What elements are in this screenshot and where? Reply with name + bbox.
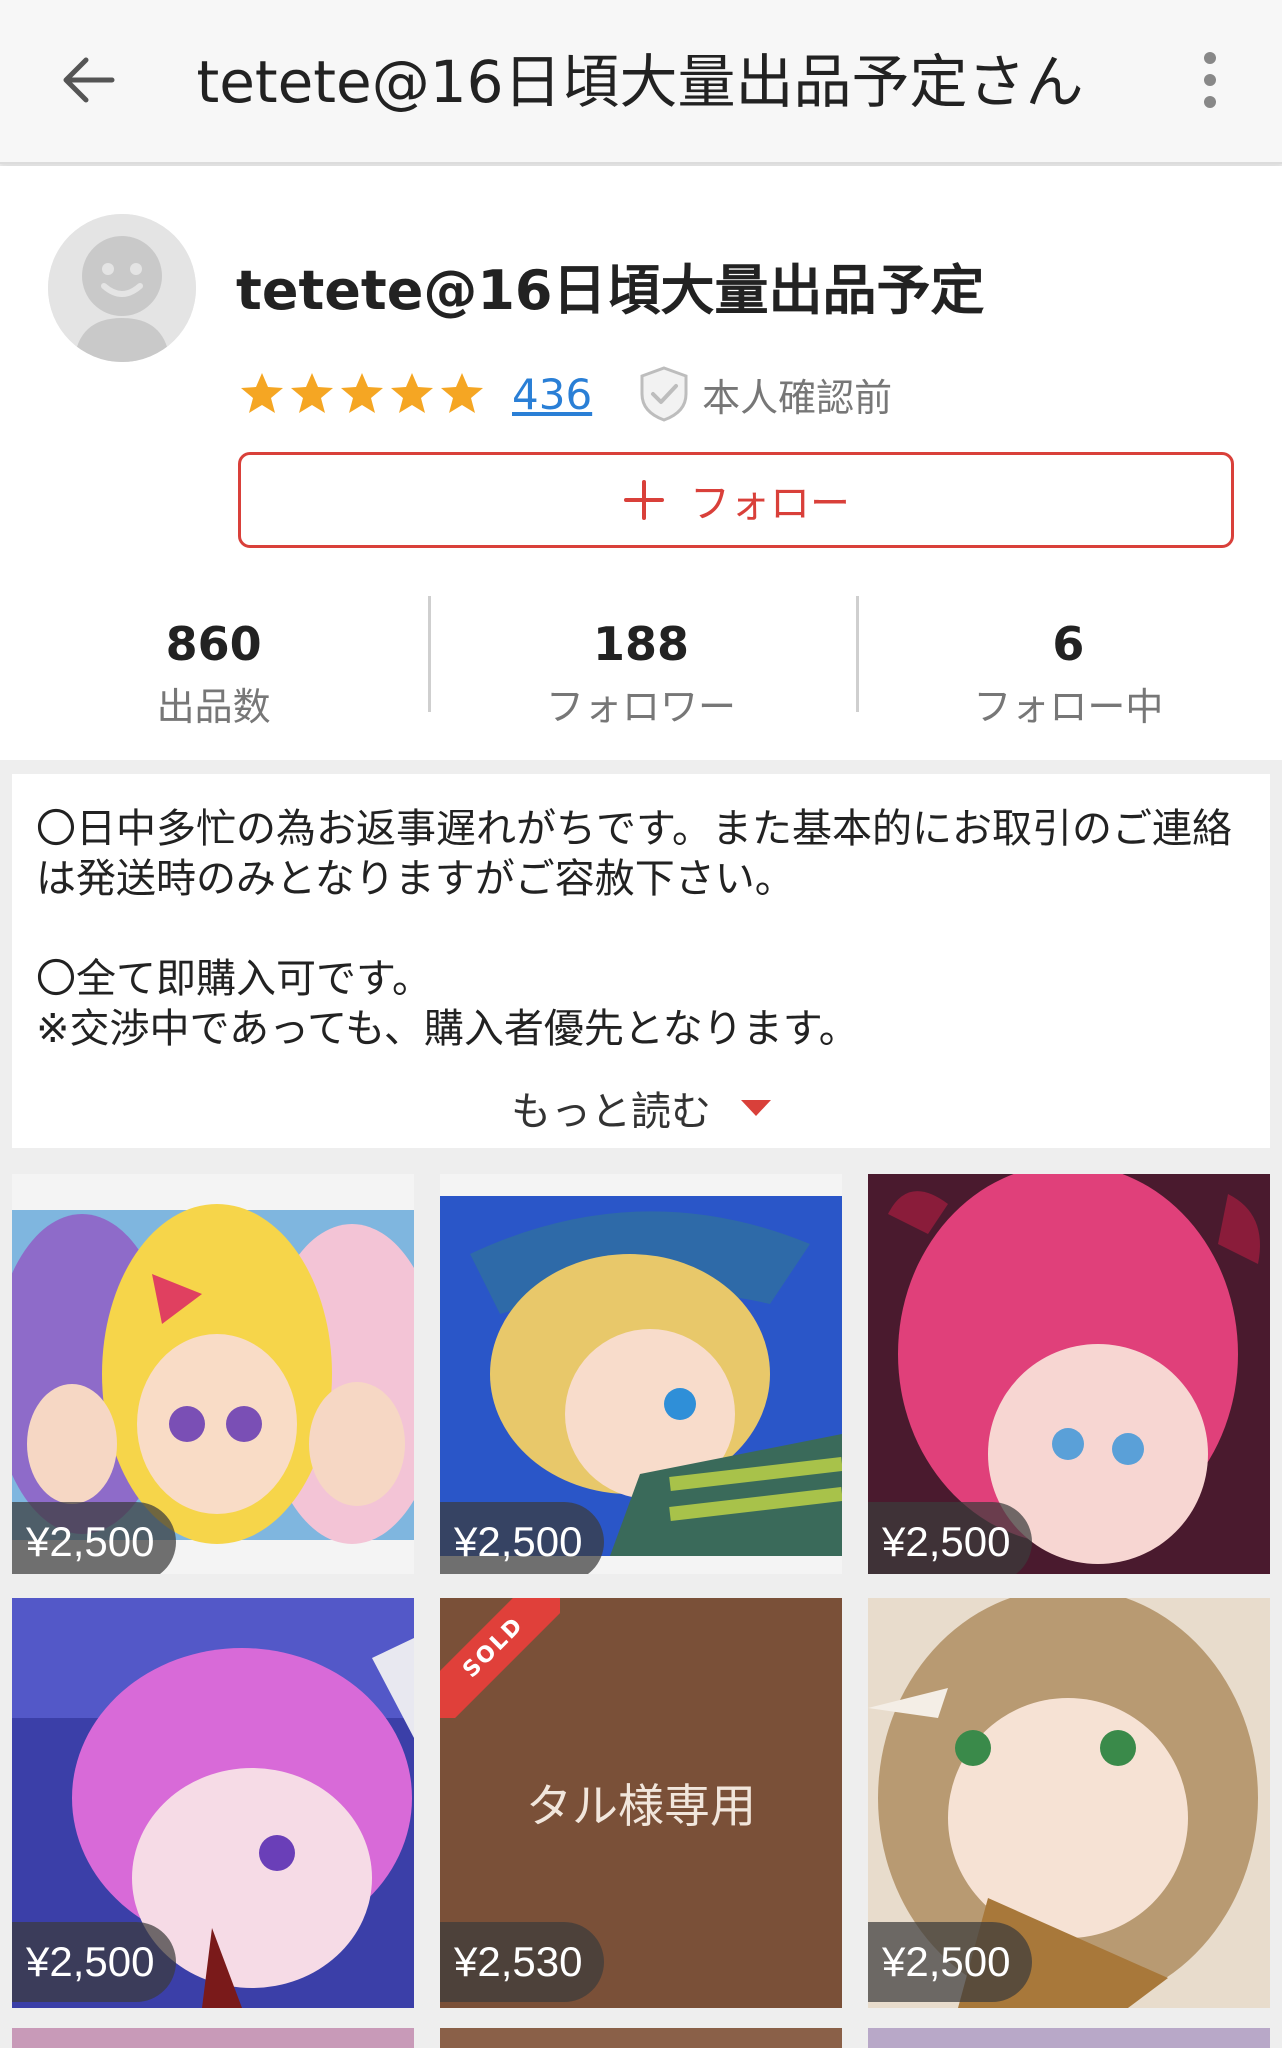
read-more-label: もっと読む bbox=[511, 1089, 711, 1135]
read-more-button[interactable]: もっと読む bbox=[12, 1080, 1270, 1136]
plus-icon bbox=[624, 480, 664, 520]
star-icon bbox=[291, 373, 333, 413]
item-card[interactable] bbox=[868, 2028, 1270, 2048]
item-card[interactable]: ¥2,500 bbox=[868, 1598, 1270, 2008]
profile-header: tetete@16日頃大量出品予定 436 本人確認前 フォロー 860 出品数 bbox=[0, 166, 1282, 760]
star-icon bbox=[441, 373, 483, 413]
item-price: ¥2,500 bbox=[440, 1502, 605, 1574]
sold-label: SOLD bbox=[440, 1598, 560, 1718]
divider bbox=[856, 596, 859, 712]
follow-label: フォロー bbox=[690, 481, 850, 527]
item-card[interactable]: タル様専用 SOLD ¥2,530 bbox=[440, 1598, 842, 2008]
item-card[interactable] bbox=[12, 2028, 414, 2048]
stat-following[interactable]: 6 フォロー中 bbox=[855, 590, 1282, 730]
item-price: ¥2,530 bbox=[440, 1922, 605, 2002]
verification-status: 本人確認前 bbox=[636, 364, 892, 424]
item-price: ¥2,500 bbox=[868, 1502, 1033, 1574]
rating-row: 436 本人確認前 bbox=[238, 362, 892, 426]
divider bbox=[428, 596, 431, 712]
item-card[interactable]: ¥2,500 bbox=[868, 1174, 1270, 1574]
user-name: tetete@16日頃大量出品予定 bbox=[236, 259, 985, 322]
star-icon bbox=[241, 373, 283, 413]
item-price: ¥2,500 bbox=[868, 1922, 1033, 2002]
item-card[interactable] bbox=[440, 2028, 842, 2048]
description-text: 〇日中多忙の為お返事遅れがちです。また基本的にお取引のご連絡は発送時のみとなりま… bbox=[36, 806, 1232, 1052]
page-title: tetete@16日頃大量出品予定さん bbox=[196, 48, 1084, 116]
stat-value: 860 bbox=[165, 617, 262, 671]
stat-label: フォロー中 bbox=[973, 685, 1164, 729]
item-card[interactable]: ¥2,500 bbox=[12, 1174, 414, 1574]
item-card[interactable]: ¥2,500 bbox=[12, 1598, 414, 2008]
star-icon bbox=[341, 373, 383, 413]
item-grid: ¥2,500 ¥2,500 ¥2,500 ¥2,500 タル様専用 SOLD ¥… bbox=[0, 1166, 1282, 2048]
verification-label: 本人確認前 bbox=[702, 375, 893, 420]
follow-button[interactable]: フォロー bbox=[238, 452, 1234, 548]
stat-value: 6 bbox=[1052, 617, 1085, 671]
back-arrow-icon[interactable] bbox=[48, 40, 128, 120]
star-icon bbox=[391, 373, 433, 413]
item-price: ¥2,500 bbox=[12, 1922, 177, 2002]
review-count-link[interactable]: 436 bbox=[512, 370, 592, 419]
app-bar: tetete@16日頃大量出品予定さん bbox=[0, 0, 1282, 164]
rating-stars bbox=[238, 370, 486, 418]
profile-stats: 860 出品数 188 フォロワー 6 フォロー中 bbox=[0, 590, 1282, 730]
caret-down-icon bbox=[741, 1100, 771, 1116]
profile-description: 〇日中多忙の為お返事遅れがちです。また基本的にお取引のご連絡は発送時のみとなりま… bbox=[12, 774, 1270, 1148]
item-price: ¥2,500 bbox=[12, 1502, 177, 1574]
stat-listings[interactable]: 860 出品数 bbox=[0, 590, 427, 730]
item-card[interactable]: ¥2,500 bbox=[440, 1174, 842, 1574]
stat-followers[interactable]: 188 フォロワー bbox=[427, 590, 854, 730]
sold-badge: SOLD bbox=[440, 1598, 560, 1718]
shield-check-icon bbox=[640, 366, 688, 422]
stat-label: フォロワー bbox=[545, 685, 736, 729]
stat-label: 出品数 bbox=[156, 685, 271, 729]
more-options-icon[interactable] bbox=[1190, 44, 1230, 116]
stat-value: 188 bbox=[592, 617, 689, 671]
avatar[interactable] bbox=[48, 214, 196, 362]
